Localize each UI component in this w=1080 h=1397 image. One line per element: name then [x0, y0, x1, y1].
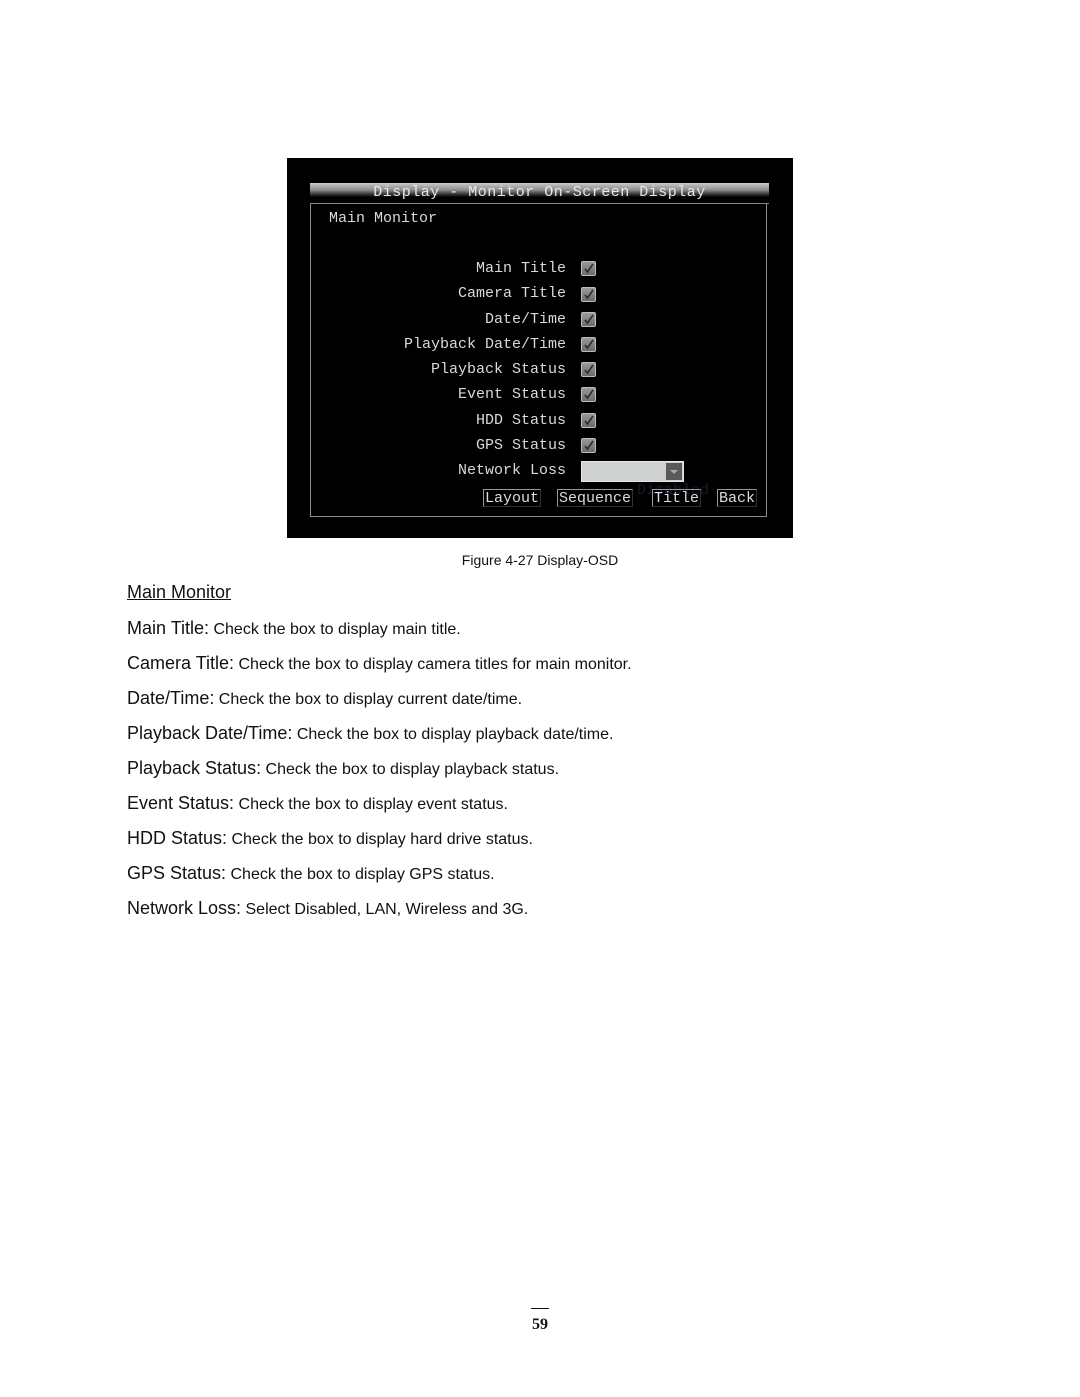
osd-option-label: Event Status	[457, 386, 566, 403]
back-button[interactable]: Back	[717, 489, 758, 507]
checkbox-checked-icon	[584, 314, 594, 325]
description-term: Camera Title:	[127, 653, 235, 673]
page-number: 59	[532, 1316, 548, 1333]
sequence-button[interactable]: Sequence	[557, 489, 634, 507]
description-term: GPS Status:	[127, 863, 227, 883]
description-item: Playback Date/Time: Check the box to dis…	[127, 723, 613, 744]
description-term: Main Title:	[127, 618, 210, 638]
description-term: Network Loss:	[127, 898, 242, 918]
camera-title-checkbox[interactable]	[581, 287, 596, 302]
date-time-checkbox[interactable]	[581, 312, 596, 327]
layout-button[interactable]: Layout	[483, 489, 542, 507]
checkbox-checked-icon	[584, 364, 594, 375]
description-term: Playback Status:	[127, 758, 262, 778]
description-text: Check the box to display event status.	[234, 796, 509, 813]
description-item: Event Status: Check the box to display e…	[127, 793, 508, 814]
osd-option-label: Date/Time	[484, 311, 566, 328]
playback-status-checkbox[interactable]	[581, 362, 596, 377]
checkbox-checked-icon	[584, 440, 594, 451]
osd-option-label: Playback Status	[430, 361, 566, 378]
description-term: Event Status:	[127, 793, 235, 813]
osd-screenshot-figure: Display - Monitor On-Screen Display Main…	[287, 158, 793, 538]
figure-caption: Figure 4-27 Display-OSD	[461, 552, 619, 568]
checkbox-checked-icon	[584, 415, 594, 426]
description-term: Playback Date/Time:	[127, 723, 293, 743]
osd-window: Display - Monitor On-Screen Display Main…	[310, 183, 769, 517]
description-text: Check the box to display camera titles f…	[234, 656, 632, 673]
description-item: HDD Status: Check the box to display har…	[127, 828, 533, 849]
description-text: Select Disabled, LAN, Wireless and 3G.	[241, 901, 529, 918]
description-term: HDD Status:	[127, 828, 228, 848]
osd-section-label: Main Monitor	[329, 210, 438, 227]
description-item: Network Loss: Select Disabled, LAN, Wire…	[127, 898, 528, 919]
description-text: Check the box to display GPS status.	[226, 866, 495, 883]
osd-option-label: Playback Date/Time	[403, 336, 566, 353]
osd-option-label: Main Title	[475, 260, 566, 277]
main-title-checkbox[interactable]	[581, 261, 596, 276]
description-item: Date/Time: Check the box to display curr…	[127, 688, 522, 709]
network-loss-dropdown[interactable]: Disabled	[581, 461, 709, 499]
playback-date-time-checkbox[interactable]	[581, 337, 596, 352]
checkbox-checked-icon	[584, 389, 594, 400]
description-text: Check the box to display playback date/t…	[292, 726, 614, 743]
event-status-checkbox[interactable]	[581, 387, 596, 402]
osd-option-label: HDD Status	[475, 412, 566, 429]
page-number-rule	[531, 1308, 549, 1309]
section-heading: Main Monitor	[127, 582, 232, 602]
gps-status-checkbox[interactable]	[581, 438, 596, 453]
osd-option-label: GPS Status	[475, 437, 566, 454]
checkbox-checked-icon	[584, 263, 594, 274]
description-item: Main Title: Check the box to display mai…	[127, 618, 461, 639]
network-loss-label: Network Loss	[457, 462, 566, 479]
dropdown-arrow-icon[interactable]	[666, 463, 682, 480]
osd-option-label: Camera Title	[457, 285, 566, 302]
description-text: Check the box to display hard drive stat…	[227, 831, 533, 848]
checkbox-checked-icon	[584, 339, 594, 350]
description-item: GPS Status: Check the box to display GPS…	[127, 863, 495, 884]
title-button[interactable]: Title	[652, 489, 702, 507]
description-text: Check the box to display main title.	[209, 621, 461, 638]
description-text: Check the box to display current date/ti…	[214, 691, 523, 708]
checkbox-checked-icon	[584, 289, 594, 300]
description-item: Camera Title: Check the box to display c…	[127, 653, 632, 674]
description-term: Date/Time:	[127, 688, 215, 708]
hdd-status-checkbox[interactable]	[581, 413, 596, 428]
description-text: Check the box to display playback status…	[261, 761, 560, 778]
description-item: Playback Status: Check the box to displa…	[127, 758, 559, 779]
osd-window-title: Display - Monitor On-Screen Display	[310, 183, 769, 204]
